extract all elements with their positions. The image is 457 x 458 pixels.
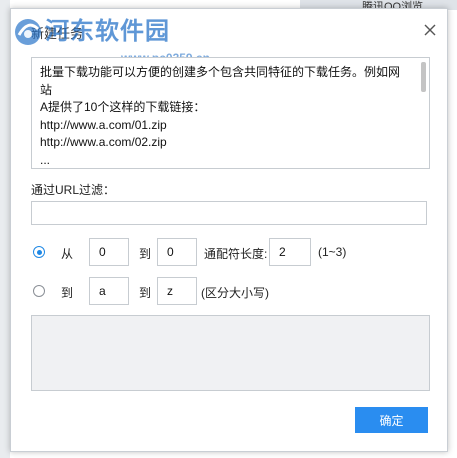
new-task-dialog: 新建任务 河东软件园 www.pc0359.cn 批量下载功能可以方便的创建多个… (10, 8, 448, 452)
letter-from-input[interactable]: a (89, 277, 129, 305)
dialog-titlebar: 新建任务 河东软件园 (11, 9, 447, 49)
numeric-from-input[interactable]: 0 (89, 238, 129, 266)
letter-from-label: 到 (61, 286, 74, 300)
description-line: ... (40, 152, 51, 167)
description-line: http://www.a.com/02.zip (40, 135, 167, 149)
description-scrollbar[interactable] (421, 62, 426, 92)
letter-range-radio[interactable] (33, 285, 45, 297)
description-line: A提供了10个这样的下载链接： (40, 100, 206, 114)
numeric-to-label: 到 (139, 247, 152, 261)
close-icon[interactable] (421, 21, 439, 39)
description-line: 批量下载功能可以方便的创建多个包含共同特征的下载任务。例如网站 (40, 65, 401, 97)
wildcard-length-hint: (1~3) (318, 245, 347, 259)
numeric-to-input[interactable]: 0 (157, 238, 197, 266)
numeric-range-radio[interactable] (33, 246, 45, 258)
url-filter-input[interactable] (31, 201, 427, 225)
letter-to-input[interactable]: z (157, 277, 197, 305)
wildcard-length-label: 通配符长度: (204, 247, 268, 261)
wildcard-length-input[interactable]: 2 (269, 238, 311, 266)
numeric-from-label: 从 (61, 247, 74, 261)
url-filter-label: 通过URL过滤： (31, 183, 116, 197)
background-window-left (0, 0, 10, 458)
watermark-logo-icon (15, 19, 41, 45)
preview-list[interactable] (31, 315, 430, 391)
ok-button[interactable]: 确定 (355, 407, 428, 433)
description-box[interactable]: 批量下载功能可以方便的创建多个包含共同特征的下载任务。例如网站 A提供了10个这样… (31, 57, 430, 169)
numeric-range-row: 从 0 到 0 通配符长度: 2 (1~3) (31, 238, 431, 266)
description-text: 批量下载功能可以方便的创建多个包含共同特征的下载任务。例如网站 A提供了10个这样… (40, 64, 410, 168)
watermark-site-name: 河东软件园 (45, 18, 170, 45)
letter-to-label: 到 (139, 286, 152, 300)
description-line: http://www.a.com/01.zip (40, 117, 167, 132)
case-sensitive-hint: (区分大小写) (201, 286, 269, 300)
letter-range-row: 到 a 到 z (区分大小写) (31, 277, 431, 305)
